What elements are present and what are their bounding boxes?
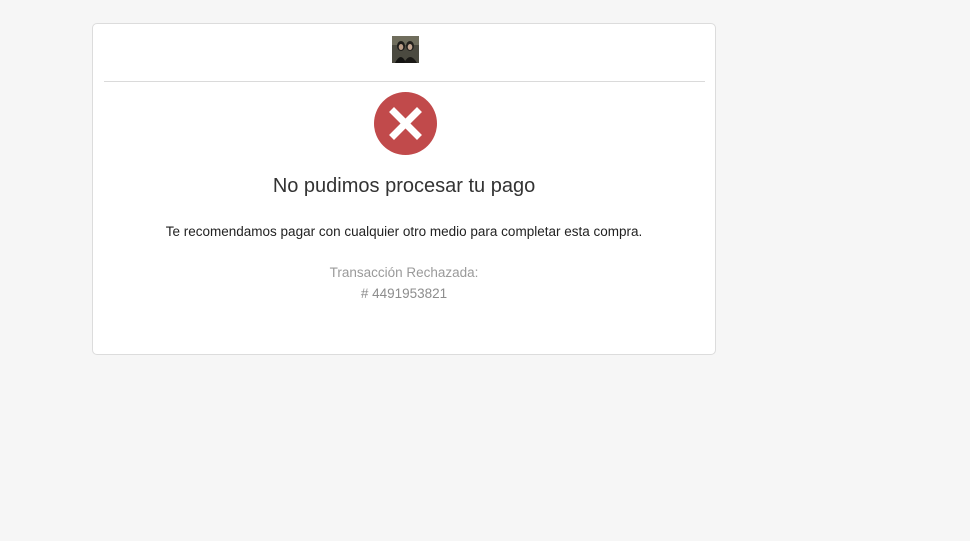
recommendation-message: Te recomendamos pagar con cualquier otro… [165, 224, 643, 239]
merchant-photo-icon [392, 36, 419, 63]
error-x-circle-icon [374, 92, 437, 155]
header-divider [104, 81, 705, 82]
payment-result-card: No pudimos procesar tu pago Te recomenda… [92, 23, 716, 355]
payment-failed-title: No pudimos procesar tu pago [272, 175, 536, 197]
transaction-number: # 4491953821 [360, 286, 448, 301]
merchant-logo [392, 36, 419, 63]
transaction-status-label: Transacción Rechazada: [329, 265, 479, 280]
